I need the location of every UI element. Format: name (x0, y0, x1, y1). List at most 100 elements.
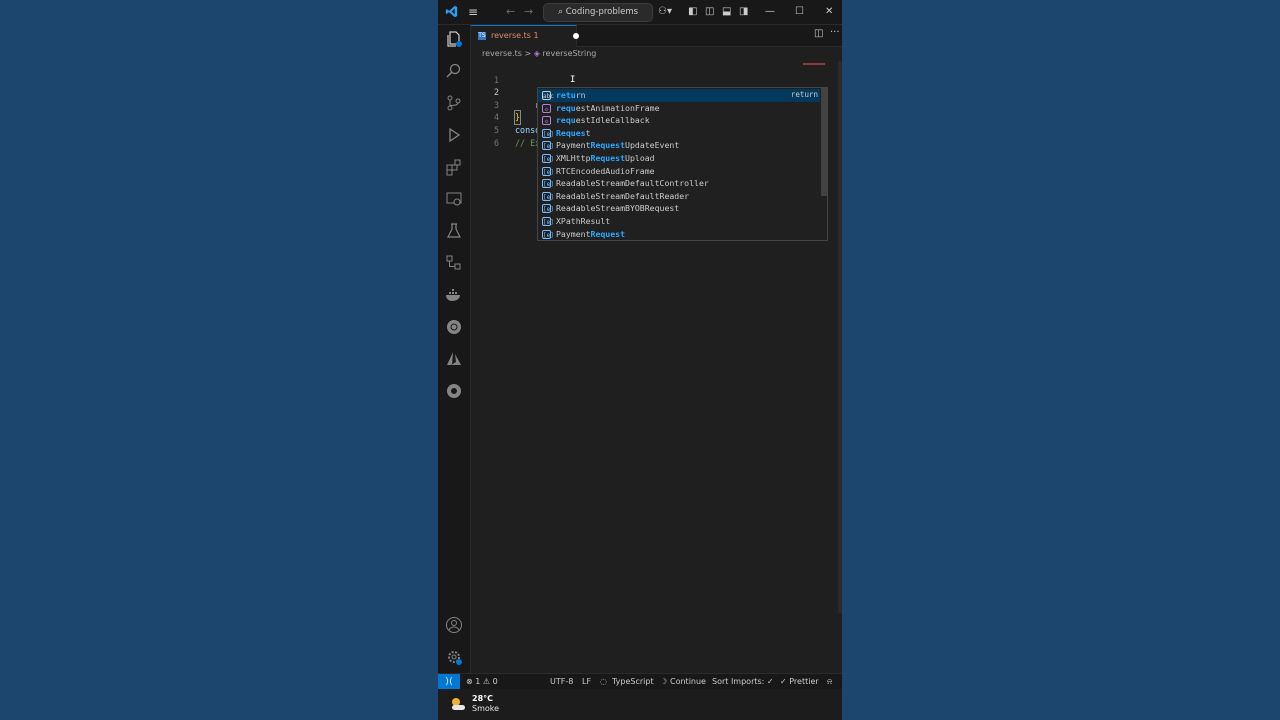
weather-temperature[interactable]: 28°C (472, 694, 493, 703)
autocomplete-suggest-widget[interactable]: abc return return ◇ requestAnimationFrame ◇ re… (537, 87, 828, 241)
layout-bottom-icon[interactable]: ⬓ (722, 0, 731, 24)
unsaved-dot-icon[interactable] (573, 33, 579, 39)
manage-gear-icon[interactable] (445, 648, 463, 666)
title-bar: ≡ ← → ⌕ Coding-problems ⚇▾ ◧ ◫ ⬓ ◨ — ☐ ✕ (438, 0, 842, 25)
suggestion-label: ReadableStreamDefaultReader (556, 190, 690, 201)
breadcrumb-separator: > (524, 49, 532, 58)
suggestion-item[interactable]: [e] ReadableStreamBYOBRequest (538, 202, 820, 215)
remote-explorer-icon[interactable] (445, 190, 463, 208)
suggestion-item[interactable]: [e] PaymentRequest (538, 228, 820, 241)
variable-icon: [e] (542, 179, 554, 189)
variable-icon: [e] (542, 191, 554, 201)
back-arrow-icon[interactable]: ← (506, 0, 515, 24)
weather-description[interactable]: Smoke (472, 704, 499, 713)
suggestion-label: RTCEncodedAudioFrame (556, 165, 655, 176)
variable-icon: [e] (542, 229, 554, 239)
variable-icon: [e] (542, 128, 554, 138)
keyword-icon: abc (542, 91, 554, 100)
activity-bar (438, 25, 471, 673)
tab-label: reverse.ts 1 (491, 31, 539, 40)
search-activity-icon[interactable] (445, 62, 463, 80)
weather-sun-icon[interactable] (449, 696, 467, 712)
docker-icon[interactable] (445, 286, 463, 304)
suggestion-item[interactable]: abc return return (538, 89, 820, 102)
suggestion-item[interactable]: [e] XPathResult (538, 215, 820, 228)
forward-arrow-icon[interactable]: → (524, 0, 533, 24)
minimap-error-marker (803, 63, 825, 65)
remote-indicator-button[interactable]: ⟩⟨ (438, 674, 460, 690)
testing-icon[interactable] (445, 222, 463, 240)
azure-icon[interactable] (445, 350, 463, 368)
method-icon: ◇ (542, 116, 551, 126)
search-icon: ⌕ (557, 7, 563, 17)
continue-icon: ☽ (660, 677, 668, 686)
suggestion-label: ReadableStreamBYOBRequest (556, 203, 680, 214)
suggestion-item[interactable]: [e] Request (538, 127, 820, 140)
split-editor-icon[interactable]: ◫ (814, 28, 823, 39)
layout-sidebar-icon[interactable]: ◧ (688, 0, 697, 24)
symbol-icon: ◈ (533, 49, 540, 58)
editor-tabs: TS reverse.ts 1 ◫ ··· (471, 25, 842, 47)
suggestion-label: ReadableStreamDefaultController (556, 178, 709, 189)
suggestion-label: requestAnimationFrame (556, 102, 660, 113)
copilot-icon[interactable]: ⚇▾ (658, 0, 672, 24)
suggestion-detail: return (790, 90, 818, 99)
command-center-search[interactable]: ⌕ Coding-problems (543, 3, 653, 22)
spinner-icon: ◌ (600, 677, 607, 686)
maximize-button[interactable]: ☐ (795, 0, 804, 24)
suggestion-label: Request (556, 127, 591, 138)
more-actions-icon[interactable]: ··· (830, 27, 840, 38)
breadcrumb-file[interactable]: reverse.ts (482, 49, 522, 58)
variable-icon: [e] (542, 141, 554, 151)
suggestion-label: requestIdleCallback (556, 115, 650, 126)
suggestion-item[interactable]: [e] XMLHttpRequestUpload (538, 152, 820, 165)
eol-indicator[interactable]: LF (582, 674, 591, 690)
prettier-status[interactable]: ✓ Prettier (780, 674, 819, 690)
notifications-bell-icon[interactable]: ⍾ (827, 674, 832, 690)
layout-panel-icon[interactable]: ◫ (705, 0, 714, 24)
minimize-button[interactable]: — (765, 0, 775, 24)
layout-right-icon[interactable]: ◨ (739, 0, 748, 24)
source-control-icon[interactable] (445, 94, 463, 112)
mouse-ibeam-icon: I (570, 74, 576, 85)
editor-scrollbar[interactable] (838, 61, 842, 613)
suggest-scrollbar[interactable] (821, 88, 827, 196)
code-line-1: 1 function reverseString(str: string): s… (471, 61, 831, 110)
suggestion-label: PaymentRequest (556, 228, 626, 239)
suggestion-item[interactable]: [e] ReadableStreamDefaultReader (538, 190, 820, 203)
variable-icon: [e] (542, 217, 554, 226)
close-button[interactable]: ✕ (825, 0, 833, 24)
breadcrumb-symbol[interactable]: reverseString (542, 49, 596, 58)
suggestion-item[interactable]: [e] RTCEncodedAudioFrame (538, 165, 820, 178)
sort-imports-status[interactable]: Sort Imports: ✓ (712, 674, 774, 690)
code-line-2: 2 retu I (471, 74, 831, 111)
problems-indicator[interactable]: ⊗ 1 ⚠ 0 (466, 674, 498, 690)
git-graph-icon[interactable] (445, 254, 463, 272)
suggestion-label: XPathResult (556, 216, 611, 226)
suggestion-item[interactable]: ◇ requestIdleCallback (538, 114, 820, 127)
continue-status[interactable]: Continue (670, 674, 706, 690)
variable-icon: [e] (542, 166, 554, 176)
status-bar: ⟩⟨ ⊗ 1 ⚠ 0 UTF-8 LF ◌ TypeScript ☽ Conti… (438, 673, 842, 690)
vscode-logo-icon (445, 5, 458, 18)
typescript-file-icon: TS (478, 32, 486, 40)
kubernetes-icon[interactable] (445, 318, 463, 336)
suggestion-label: return (556, 90, 586, 100)
suggestion-item[interactable]: [e] PaymentRequestUpdateEvent (538, 139, 820, 152)
chrome-icon[interactable] (445, 382, 463, 400)
suggestion-item[interactable]: [e] ReadableStreamDefaultController (538, 177, 820, 190)
tab-reverse-ts[interactable]: TS reverse.ts 1 (471, 25, 579, 47)
explorer-icon[interactable] (445, 30, 463, 48)
suggestion-label: PaymentRequestUpdateEvent (556, 140, 680, 151)
variable-icon: [e] (542, 204, 554, 214)
menu-icon[interactable]: ≡ (468, 0, 478, 24)
language-mode[interactable]: TypeScript (612, 674, 654, 690)
suggestion-item[interactable]: ◇ requestAnimationFrame (538, 102, 820, 115)
run-debug-icon[interactable] (445, 126, 463, 144)
extensions-icon[interactable] (445, 158, 463, 176)
variable-icon: [e] (542, 154, 554, 163)
command-center-label: Coding-problems (565, 7, 639, 17)
accounts-icon[interactable] (445, 616, 463, 634)
line-number: 6 (493, 137, 499, 148)
encoding-indicator[interactable]: UTF-8 (550, 674, 573, 690)
